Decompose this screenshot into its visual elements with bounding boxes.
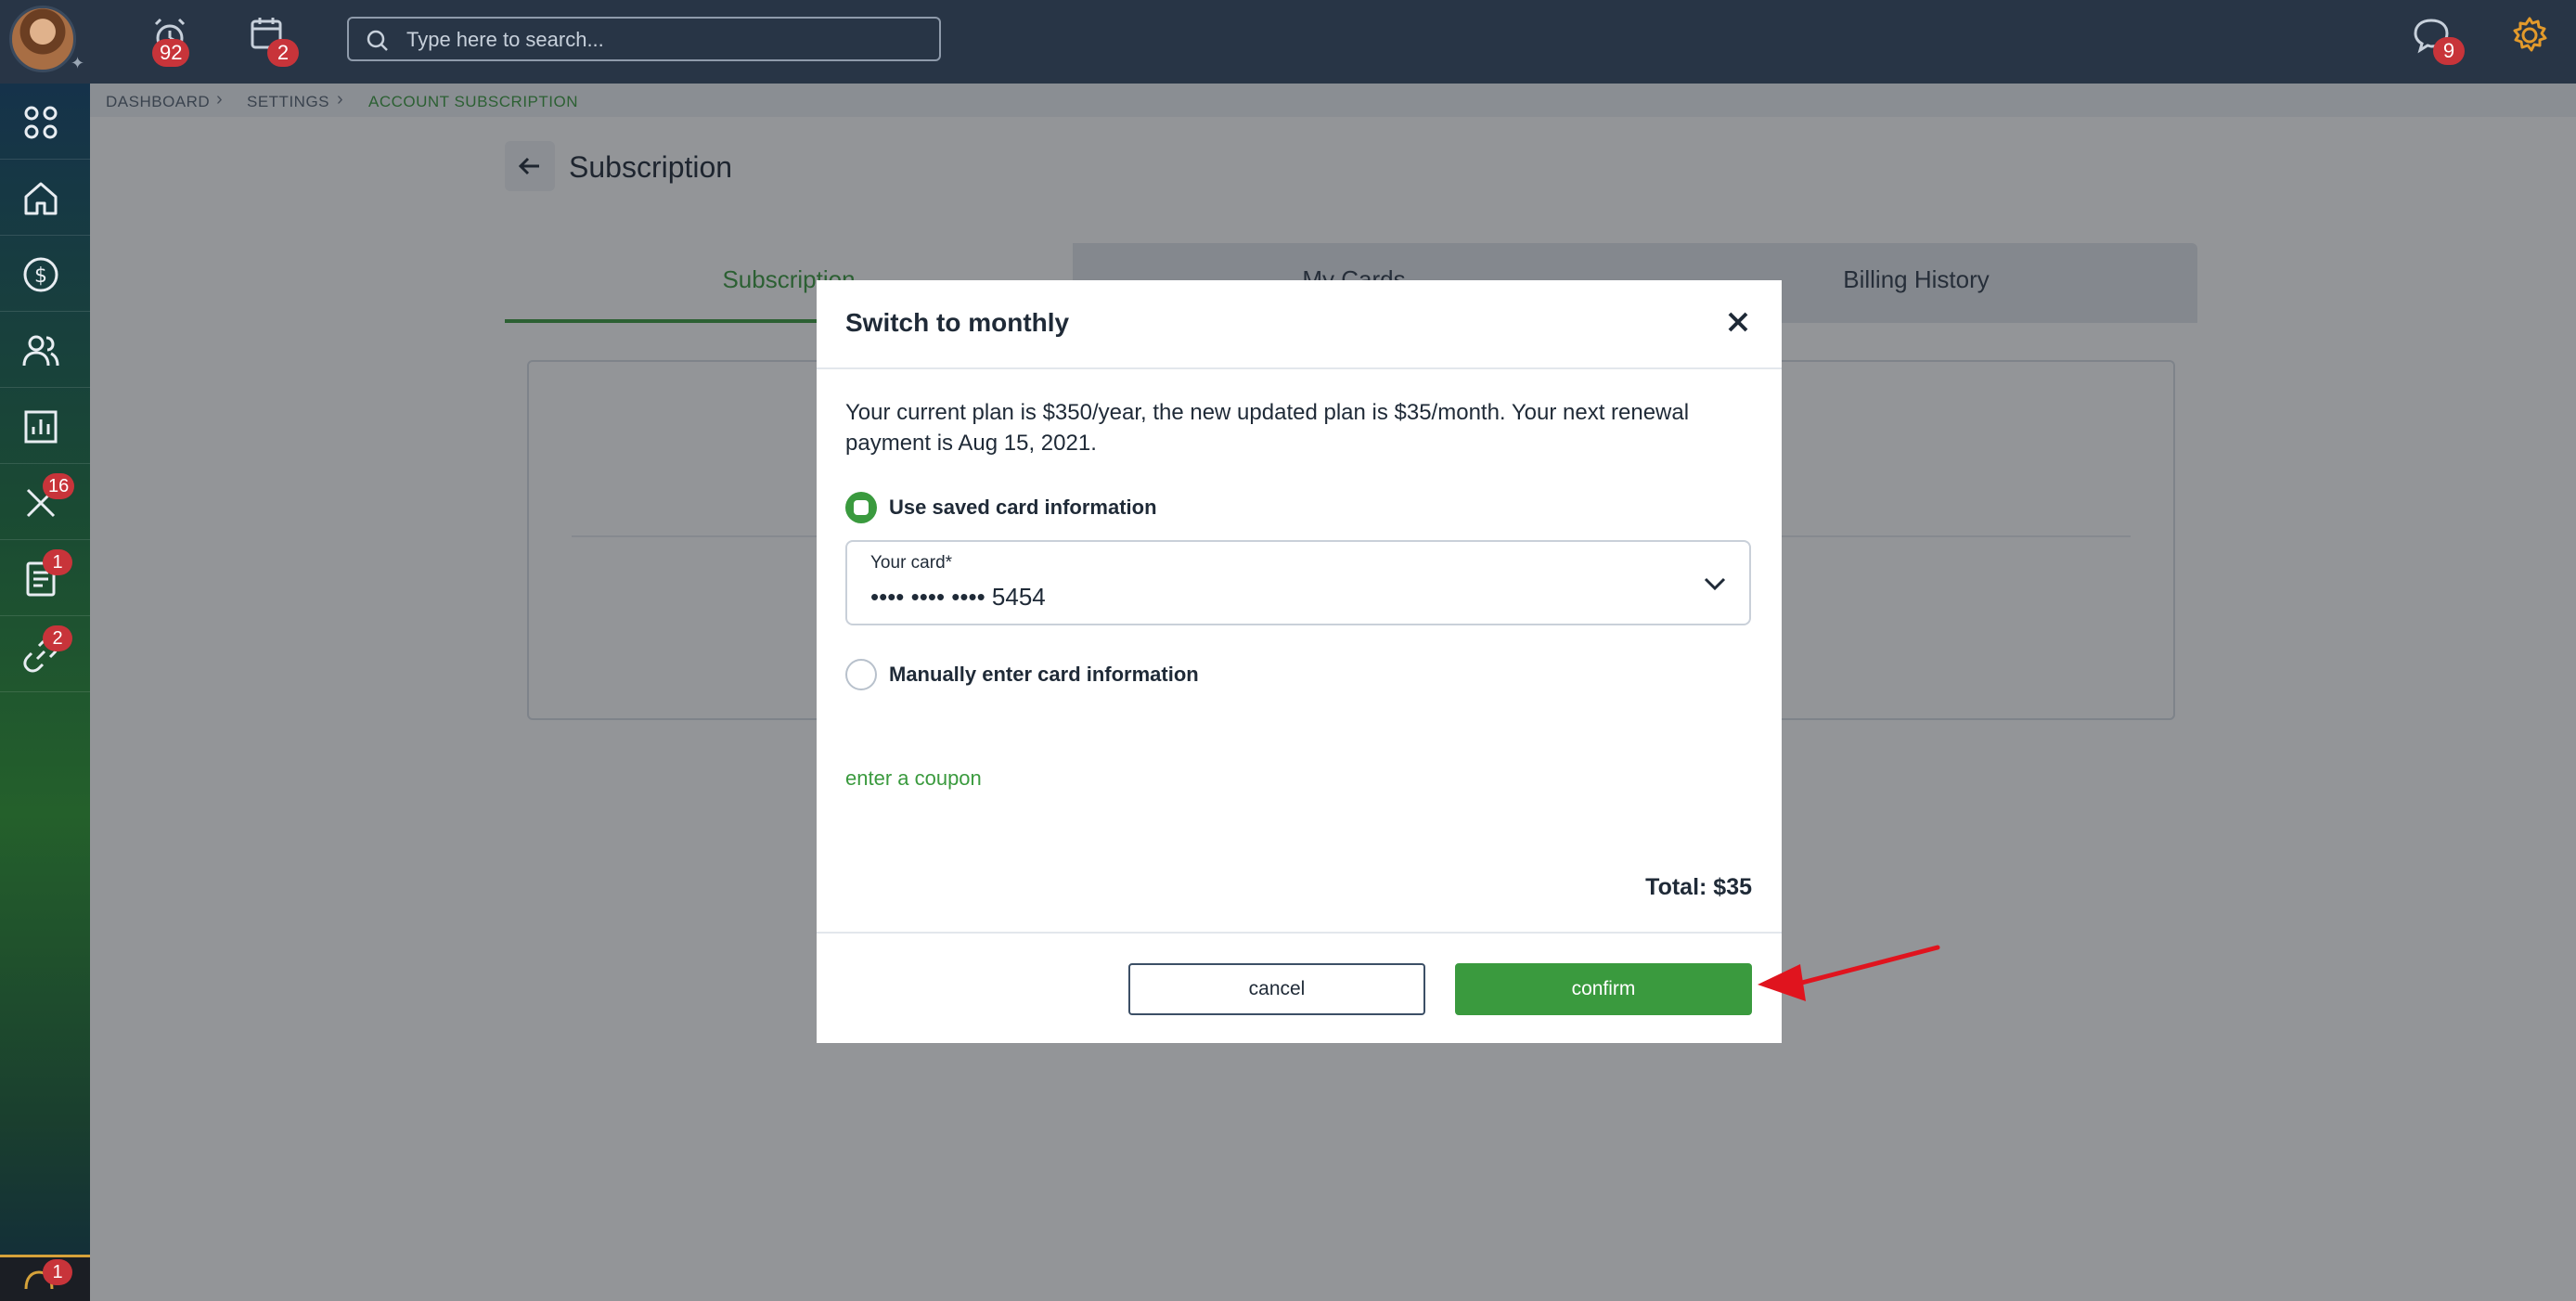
- card-select-value: •••• •••• •••• 5454: [870, 583, 1046, 611]
- total-amount: Total: $35: [1645, 874, 1752, 900]
- tools-badge: 16: [43, 473, 75, 499]
- sidebar-item-links[interactable]: 2: [0, 616, 90, 692]
- dialog-header: Switch to monthly: [817, 280, 1782, 369]
- sidebar-item-support[interactable]: 1: [0, 1255, 90, 1301]
- plan-change-description: Your current plan is $350/year, the new …: [845, 400, 1690, 456]
- sidebar-item-billing[interactable]: $: [0, 236, 90, 312]
- sidebar-item-home[interactable]: [0, 160, 90, 236]
- messages-button[interactable]: 9: [2411, 15, 2465, 65]
- messages-badge: 9: [2433, 37, 2465, 65]
- sidebar: $ 16 1 2 1: [0, 84, 90, 1301]
- sidebar-item-apps[interactable]: [0, 84, 90, 160]
- manual-card-radio[interactable]: [845, 659, 877, 690]
- card-select-label: Your card*: [870, 553, 953, 573]
- support-badge: 1: [43, 1259, 72, 1285]
- dialog-title: Switch to monthly: [845, 308, 1070, 337]
- top-bar: ✦ 92 2 9: [0, 0, 2576, 84]
- settings-button[interactable]: [2509, 15, 2556, 61]
- calendar-badge: 2: [267, 39, 299, 67]
- apps-grid-icon: [24, 106, 58, 139]
- user-avatar[interactable]: [9, 6, 76, 72]
- svg-text:$: $: [34, 264, 47, 288]
- links-badge: 2: [43, 625, 72, 651]
- cancel-button[interactable]: cancel: [1128, 963, 1425, 1015]
- saved-card-label[interactable]: Use saved card information: [889, 496, 1157, 520]
- close-icon[interactable]: [1722, 306, 1754, 338]
- search-icon: [367, 30, 388, 51]
- sidebar-item-tools[interactable]: 16: [0, 464, 90, 540]
- enter-coupon-link[interactable]: enter a coupon: [845, 766, 982, 791]
- home-icon: [24, 182, 58, 215]
- manual-card-label[interactable]: Manually enter card information: [889, 663, 1199, 687]
- dollar-icon: $: [23, 257, 58, 292]
- pin-icon[interactable]: ✦: [71, 54, 89, 72]
- documents-badge: 1: [43, 549, 72, 575]
- confirm-button[interactable]: confirm: [1455, 963, 1752, 1015]
- alerts-badge: 92: [152, 39, 190, 67]
- users-icon: [22, 335, 59, 367]
- search-input[interactable]: [406, 26, 926, 54]
- search-box[interactable]: [347, 17, 941, 61]
- sidebar-item-documents[interactable]: 1: [0, 540, 90, 616]
- dialog-footer-divider: [817, 932, 1782, 934]
- switch-plan-dialog: Switch to monthly Your current plan is $…: [817, 280, 1782, 1043]
- card-select[interactable]: Your card* •••• •••• •••• 5454: [845, 540, 1751, 625]
- sidebar-item-reports[interactable]: [0, 388, 90, 464]
- chevron-down-icon: [1704, 577, 1726, 591]
- gear-icon: [2513, 17, 2547, 52]
- saved-card-radio[interactable]: [845, 492, 877, 523]
- annotation-arrow-icon: [1758, 945, 1940, 1001]
- bar-chart-icon: [24, 410, 58, 444]
- calendar-button[interactable]: 2: [249, 15, 299, 67]
- sidebar-item-users[interactable]: [0, 312, 90, 388]
- alerts-button[interactable]: 92: [148, 15, 195, 67]
